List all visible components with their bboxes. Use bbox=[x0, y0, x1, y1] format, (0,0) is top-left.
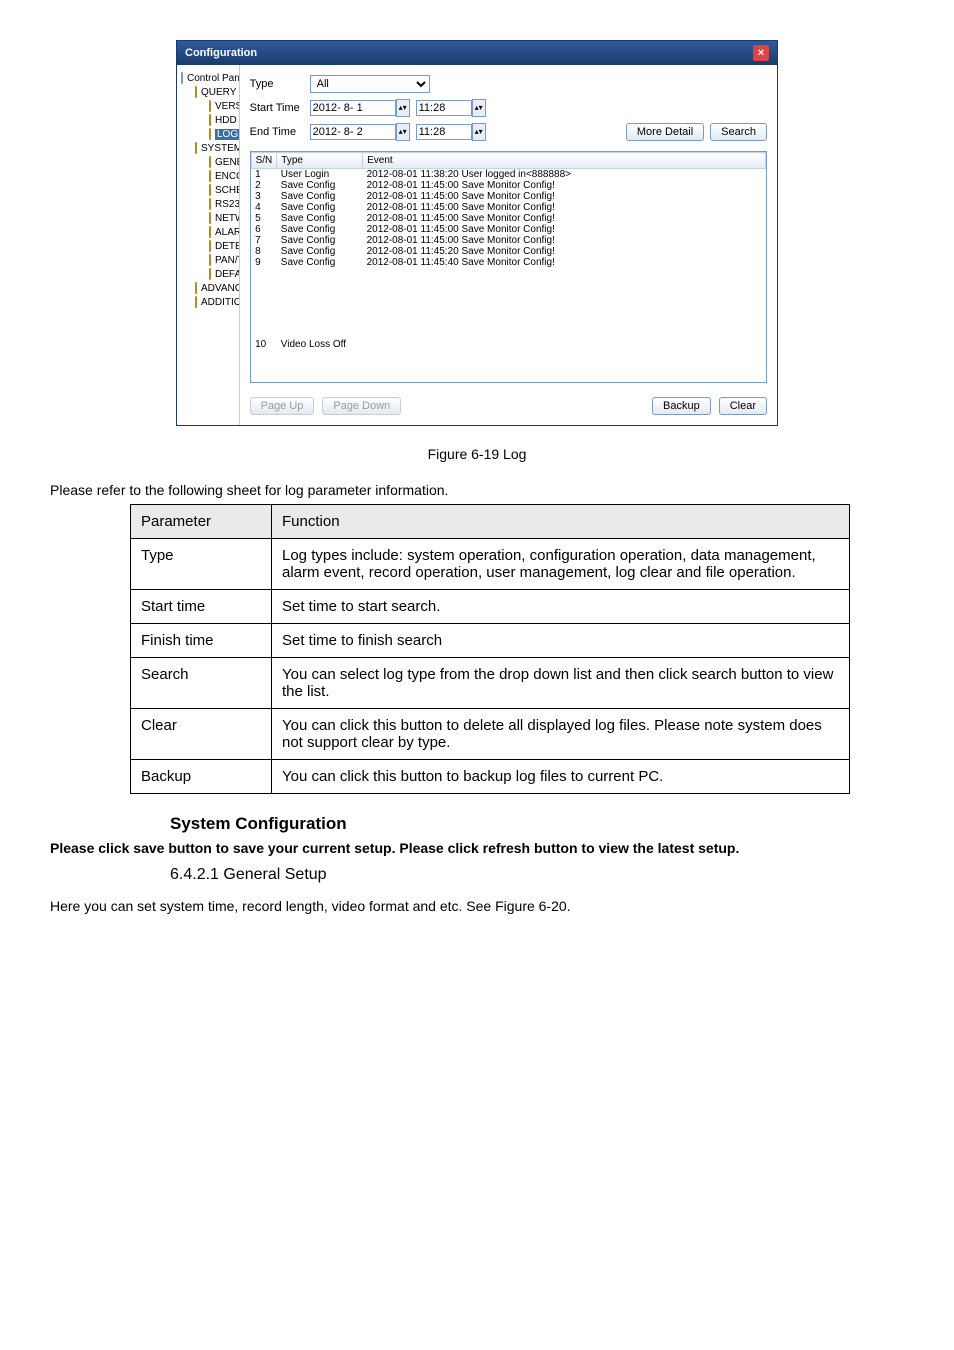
tree-ptz[interactable]: PAN/TILT/ZOOM bbox=[181, 253, 235, 267]
start-time-label: Start Time bbox=[250, 102, 310, 114]
folder-icon bbox=[209, 254, 211, 266]
table-row[interactable]: 10Video Loss Off2012-08-01 11:46:00 bbox=[251, 268, 765, 383]
folder-icon bbox=[209, 170, 211, 182]
folder-icon bbox=[195, 296, 197, 308]
col-event[interactable]: Event bbox=[363, 153, 766, 169]
tree-log[interactable]: LOG bbox=[181, 127, 235, 141]
window-title: Configuration bbox=[185, 47, 257, 59]
configuration-window: Configuration × Control Panel QUERY SYST… bbox=[176, 40, 778, 426]
tree-schedule[interactable]: SCHEDULE bbox=[181, 183, 235, 197]
table-row: ClearYou can click this button to delete… bbox=[131, 709, 850, 760]
section-body: Here you can set system time, record len… bbox=[50, 898, 904, 914]
tree-encode[interactable]: ENCODE bbox=[181, 169, 235, 183]
tree-version[interactable]: VERSION bbox=[181, 99, 235, 113]
folder-icon bbox=[209, 128, 211, 140]
table-row[interactable]: 8Save Config2012-08-01 11:45:20 Save Mon… bbox=[251, 246, 765, 257]
function-header: Function bbox=[272, 505, 850, 539]
table-row: BackupYou can click this button to backu… bbox=[131, 760, 850, 794]
table-row[interactable]: 5Save Config2012-08-01 11:45:00 Save Mon… bbox=[251, 213, 765, 224]
start-date-input[interactable] bbox=[310, 100, 396, 116]
folder-icon bbox=[209, 240, 211, 252]
table-row[interactable]: 4Save Config2012-08-01 11:45:00 Save Mon… bbox=[251, 202, 765, 213]
folder-icon bbox=[209, 198, 211, 210]
log-table-container: S/N Type Event 1User Login2012-08-01 11:… bbox=[250, 151, 767, 383]
folder-icon bbox=[209, 212, 211, 224]
nav-tree: Control Panel QUERY SYSTEM INFO VERSION … bbox=[177, 65, 240, 425]
clear-button[interactable]: Clear bbox=[719, 397, 767, 415]
panel-icon bbox=[181, 72, 183, 84]
close-icon[interactable]: × bbox=[753, 45, 769, 61]
start-date-spinner[interactable]: ▴▾ bbox=[396, 99, 410, 117]
folder-icon bbox=[209, 156, 211, 168]
intro-text: Please refer to the following sheet for … bbox=[50, 482, 904, 498]
parameter-table: Parameter Function TypeLog types include… bbox=[130, 504, 850, 794]
end-time-label: End Time bbox=[250, 126, 310, 138]
folder-icon bbox=[209, 100, 211, 112]
col-sn[interactable]: S/N bbox=[251, 153, 277, 169]
tree-query-system-info[interactable]: QUERY SYSTEM INFO bbox=[181, 85, 235, 99]
search-button[interactable]: Search bbox=[710, 123, 767, 141]
table-row[interactable]: 6Save Config2012-08-01 11:45:00 Save Mon… bbox=[251, 224, 765, 235]
tree-rs232[interactable]: RS232 bbox=[181, 197, 235, 211]
page-up-button[interactable]: Page Up bbox=[250, 397, 315, 415]
tree-hdd-info[interactable]: HDD INFO bbox=[181, 113, 235, 127]
table-row: Start timeSet time to start search. bbox=[131, 590, 850, 624]
backup-button[interactable]: Backup bbox=[652, 397, 711, 415]
param-header: Parameter bbox=[131, 505, 272, 539]
table-row: TypeLog types include: system operation,… bbox=[131, 539, 850, 590]
page-down-button[interactable]: Page Down bbox=[322, 397, 401, 415]
start-time-input[interactable] bbox=[416, 100, 472, 116]
table-row: Finish timeSet time to finish search bbox=[131, 624, 850, 658]
log-table: S/N Type Event 1User Login2012-08-01 11:… bbox=[251, 152, 766, 383]
figure-caption: Figure 6-19 Log bbox=[50, 446, 904, 462]
folder-icon bbox=[209, 114, 211, 126]
col-type[interactable]: Type bbox=[277, 153, 363, 169]
sub-heading: 6.4.2.1 General Setup bbox=[170, 866, 904, 884]
table-row[interactable]: 9Save Config2012-08-01 11:45:40 Save Mon… bbox=[251, 257, 765, 268]
tree-detect[interactable]: DETECT bbox=[181, 239, 235, 253]
log-pane: Type All Start Time ▴▾ ▴▾ End Time ▴▾ ▴▾… bbox=[240, 65, 777, 425]
tree-default-backup[interactable]: DEFAULT/BACKUP bbox=[181, 267, 235, 281]
folder-icon bbox=[195, 142, 197, 154]
start-time-spinner[interactable]: ▴▾ bbox=[472, 99, 486, 117]
tree-network[interactable]: NETWORK bbox=[181, 211, 235, 225]
table-row[interactable]: 1User Login2012-08-01 11:38:20 User logg… bbox=[251, 169, 765, 181]
end-date-spinner[interactable]: ▴▾ bbox=[396, 123, 410, 141]
section-heading: System Configuration bbox=[170, 814, 904, 834]
section-note: Please click save button to save your cu… bbox=[50, 840, 904, 856]
folder-icon bbox=[209, 184, 211, 196]
folder-icon bbox=[195, 86, 197, 98]
table-row: SearchYou can select log type from the d… bbox=[131, 658, 850, 709]
end-time-input[interactable] bbox=[416, 124, 472, 140]
table-row[interactable]: 2Save Config2012-08-01 11:45:00 Save Mon… bbox=[251, 180, 765, 191]
tree-additional-function[interactable]: ADDITIONAL FUNCTION bbox=[181, 295, 235, 309]
tree-system-config[interactable]: SYSTEM CONFIG bbox=[181, 141, 235, 155]
tree-control-panel[interactable]: Control Panel bbox=[181, 71, 235, 85]
type-select[interactable]: All bbox=[310, 75, 430, 93]
end-date-input[interactable] bbox=[310, 124, 396, 140]
folder-icon bbox=[209, 268, 211, 280]
folder-icon bbox=[195, 282, 197, 294]
window-titlebar: Configuration × bbox=[177, 41, 777, 65]
end-time-spinner[interactable]: ▴▾ bbox=[472, 123, 486, 141]
type-label: Type bbox=[250, 78, 310, 90]
folder-icon bbox=[209, 226, 211, 238]
table-row[interactable]: 3Save Config2012-08-01 11:45:00 Save Mon… bbox=[251, 191, 765, 202]
tree-advanced[interactable]: ADVANCED bbox=[181, 281, 235, 295]
table-row[interactable]: 7Save Config2012-08-01 11:45:00 Save Mon… bbox=[251, 235, 765, 246]
tree-alarm[interactable]: ALARM bbox=[181, 225, 235, 239]
tree-general[interactable]: GENERAL bbox=[181, 155, 235, 169]
more-detail-button[interactable]: More Detail bbox=[626, 123, 704, 141]
